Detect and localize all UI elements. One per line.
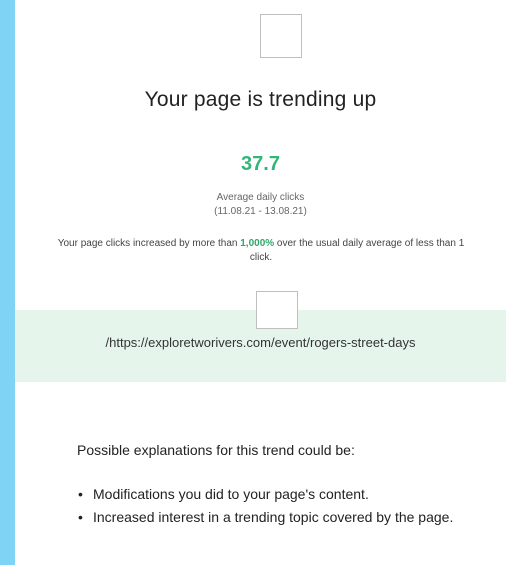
list-item-text: Increased interest in a trending topic c… xyxy=(93,509,454,525)
average-clicks-value: 37.7 xyxy=(241,153,280,175)
trend-summary: Your page clicks increased by more than … xyxy=(55,237,467,265)
page-url-link[interactable]: /https://exploretworivers.com/event/roge… xyxy=(15,335,506,350)
summary-text-before: Your page clicks increased by more than xyxy=(57,238,241,249)
notification-card: Your page is trending up 37.7 Average da… xyxy=(15,0,506,565)
explanations-title: Possible explanations for this trend cou… xyxy=(77,442,355,458)
logo-placeholder xyxy=(260,14,302,58)
list-item-text: Modifications you did to your page's con… xyxy=(93,486,369,502)
summary-text-after: over the usual daily average of less tha… xyxy=(249,238,465,263)
bullet-icon: • xyxy=(78,509,83,525)
page-thumbnail xyxy=(256,291,298,329)
list-item: • Modifications you did to your page's co… xyxy=(77,483,487,506)
explanations-list: • Modifications you did to your page's co… xyxy=(77,483,487,529)
bullet-icon: • xyxy=(78,486,83,502)
increase-percentage: 1,000% xyxy=(240,238,275,249)
average-clicks-label: Average daily clicks xyxy=(216,192,305,203)
page-title: Your page is trending up xyxy=(144,88,377,111)
list-item: • Increased interest in a trending topic … xyxy=(77,506,487,529)
date-range: (11.08.21 - 13.08.21) xyxy=(214,206,307,217)
